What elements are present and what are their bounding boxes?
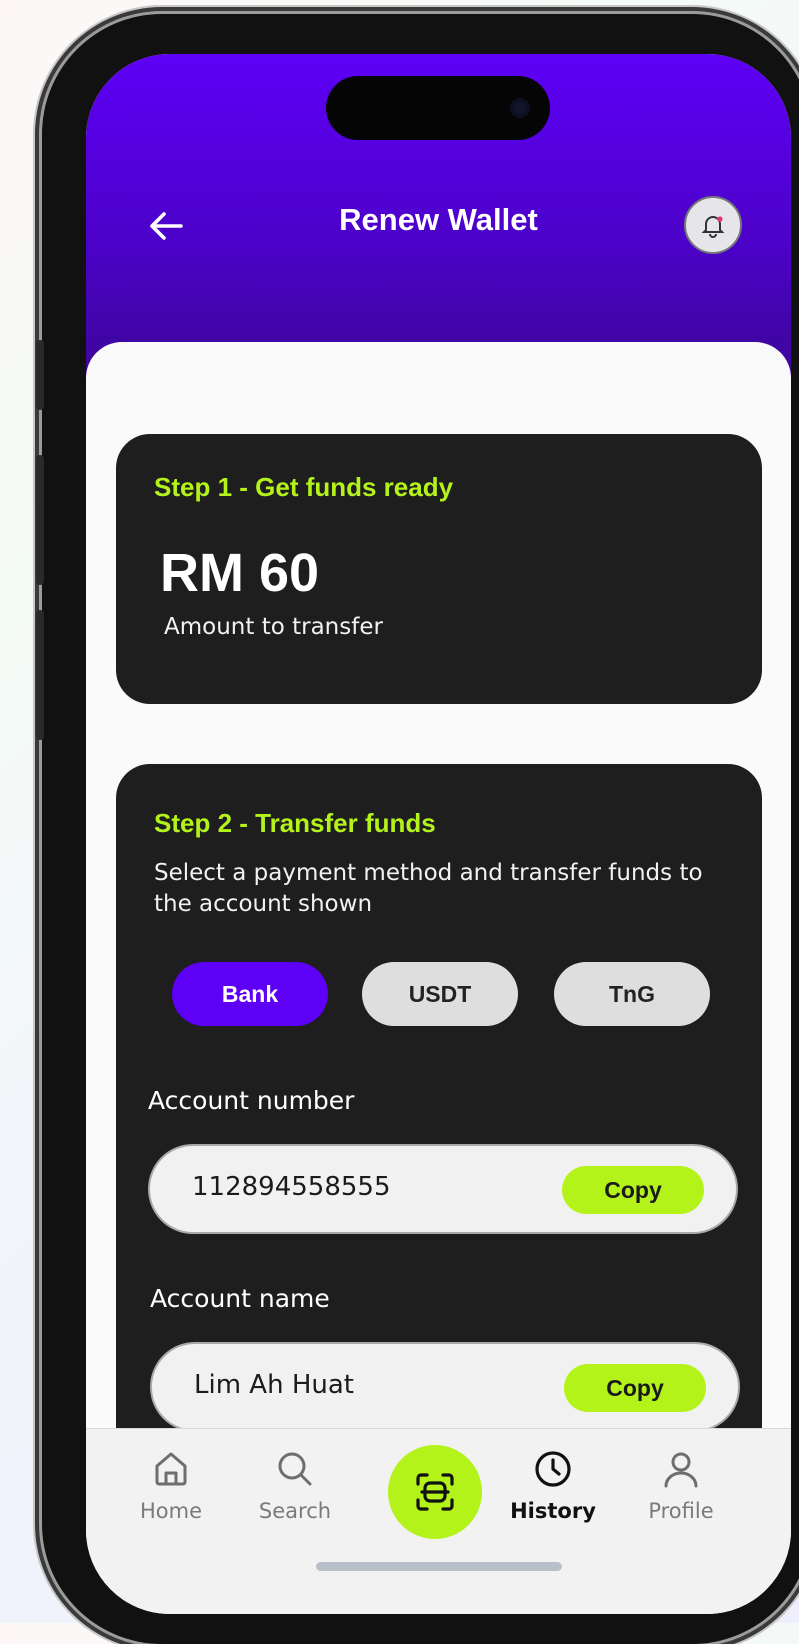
camera-icon xyxy=(510,98,530,118)
volume-up-button xyxy=(36,455,44,585)
clock-icon xyxy=(535,1451,571,1487)
account-name-label: Account name xyxy=(150,1284,330,1313)
tab-history-label: History xyxy=(510,1499,596,1523)
step2-card: Step 2 - Transfer funds Select a payment… xyxy=(116,764,762,1524)
search-icon xyxy=(278,1452,312,1486)
account-number-label: Account number xyxy=(148,1086,355,1115)
account-number-field: 112894558555 Copy xyxy=(148,1144,738,1234)
step1-title: Step 1 - Get funds ready xyxy=(154,472,454,502)
app-screen: Renew Wallet Step 1 - Get funds ready RM… xyxy=(86,54,791,1614)
method-tng-button[interactable]: TnG xyxy=(554,962,710,1026)
scan-button[interactable] xyxy=(388,1445,482,1539)
copy-account-number-button[interactable]: Copy xyxy=(562,1166,704,1214)
home-icon xyxy=(155,1452,187,1486)
home-indicator xyxy=(316,1562,562,1571)
dynamic-island xyxy=(326,76,550,140)
tab-history[interactable]: History xyxy=(498,1449,608,1523)
method-usdt-button[interactable]: USDT xyxy=(362,962,518,1026)
tab-profile[interactable]: Profile xyxy=(626,1449,736,1523)
account-name-field: Lim Ah Huat Copy xyxy=(150,1342,740,1432)
volume-down-button xyxy=(36,610,44,740)
transfer-amount: RM 60 xyxy=(160,543,320,603)
step2-description: Select a payment method and transfer fun… xyxy=(154,860,703,917)
tab-home[interactable]: Home xyxy=(116,1449,226,1523)
scan-icon xyxy=(416,1473,454,1511)
tab-profile-label: Profile xyxy=(648,1499,714,1523)
tab-search-label: Search xyxy=(258,1499,332,1523)
user-icon xyxy=(664,1452,698,1488)
tab-home-label: Home xyxy=(139,1499,202,1523)
bottom-tab-bar: Home Search History Profile xyxy=(86,1428,791,1614)
account-number-value: 112894558555 xyxy=(192,1172,391,1202)
method-bank-button[interactable]: Bank xyxy=(172,962,328,1026)
mute-switch xyxy=(36,340,44,410)
account-name-value: Lim Ah Huat xyxy=(194,1370,354,1400)
step2-title: Step 2 - Transfer funds xyxy=(154,808,436,838)
tab-search[interactable]: Search xyxy=(240,1449,350,1523)
bell-icon xyxy=(701,216,725,238)
copy-account-name-button[interactable]: Copy xyxy=(564,1364,706,1412)
notification-button[interactable] xyxy=(684,196,742,254)
amount-label: Amount to transfer xyxy=(164,614,383,640)
step1-card: Step 1 - Get funds ready RM 60 Amount to… xyxy=(116,434,762,704)
